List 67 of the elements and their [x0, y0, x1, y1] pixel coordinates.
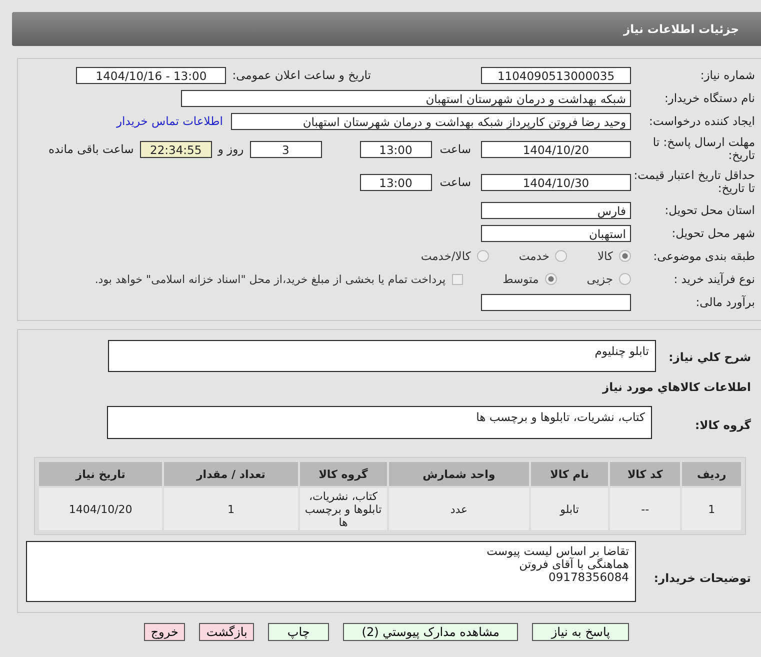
option-label: خدمت — [518, 249, 550, 263]
category-radio[interactable] — [476, 250, 489, 262]
category-radio[interactable] — [619, 250, 631, 262]
treasury-checkbox[interactable] — [452, 274, 463, 284]
time-label: ساعت — [440, 175, 471, 189]
table-cell: 1 — [682, 488, 741, 530]
table-cell: عدد — [388, 488, 530, 530]
field-label: گروه کالا: — [694, 417, 752, 432]
province-field[interactable]: فارس — [481, 202, 631, 218]
option-label: کالا/خدمت — [420, 249, 471, 263]
action-button[interactable]: پاسخ به نیاز — [532, 623, 629, 641]
action-button[interactable]: خروج — [144, 623, 186, 641]
process-radio[interactable] — [619, 273, 631, 285]
column-header: ردیف — [682, 462, 741, 486]
action-button[interactable]: مشاهده مدارک پیوستي (2) — [342, 623, 518, 641]
field-label: حداقل تاریخ اعتبار قیمت: تا تاریخ: — [632, 169, 756, 195]
field-label: ایجاد کننده درخواست: — [648, 114, 756, 128]
remaining-label: ساعت باقی مانده — [48, 142, 134, 156]
days-field[interactable]: 3 — [250, 140, 322, 158]
goods-group-field[interactable]: کتاب، نشریات، تابلوها و برچسب ها — [107, 406, 652, 439]
creator-field[interactable]: وحید رضا فروتن کارپرداز شبکه بهداشت و درمان شهرستان استهبان — [231, 112, 631, 130]
description-field[interactable]: تابلو چنلیوم — [108, 340, 656, 372]
field-label: مهلت ارسال پاسخ: تا تاریخ: — [652, 136, 756, 162]
need-number-field[interactable]: 1104090513000035 — [481, 66, 631, 84]
page-title: جزئیات اطلاعات نیاز — [623, 22, 739, 36]
column-header: گروه کالا — [300, 462, 387, 486]
days-label: روز و — [218, 142, 244, 156]
field-label: شرح کلي نياز: — [668, 349, 752, 364]
column-header: کد کالا — [610, 462, 680, 486]
estimate-field[interactable] — [481, 294, 631, 310]
table-cell: -- — [610, 488, 680, 530]
column-header: واحد شمارش — [388, 462, 530, 486]
table-cell: تابلو — [531, 488, 608, 530]
table-cell: 1 — [164, 488, 298, 530]
deadline-date-field[interactable]: 1404/10/20 — [481, 140, 631, 158]
column-header: تعداد / مقدار — [164, 462, 298, 486]
buyer-field[interactable]: شبکه بهداشت و درمان شهرستان استهبان — [181, 90, 631, 106]
validity-date-field[interactable]: 1404/10/30 — [481, 174, 631, 190]
option-label: جزیی — [586, 272, 613, 286]
category-radio[interactable] — [555, 250, 568, 262]
action-button[interactable]: بازگشت — [199, 623, 254, 641]
process-radio[interactable] — [544, 273, 557, 285]
time-label: ساعت — [440, 142, 471, 156]
field-label: شماره نیاز: — [699, 68, 756, 82]
field-label: شهر محل تحویل: — [670, 226, 756, 240]
field-label: تاریخ و ساعت اعلان عمومی: — [232, 68, 371, 82]
field-label: طبقه بندی موضوعی: — [652, 250, 756, 262]
contact-link[interactable]: اطلاعات تماس خریدار — [116, 114, 223, 128]
checkbox-label: پرداخت تمام یا بخشی از مبلغ خرید،از محل "اسناد خزانه اسلامی" خواهد بود. — [94, 272, 446, 286]
time-field[interactable]: 13:00 — [360, 174, 432, 190]
field-label: نوع فرآیند خرید : — [672, 272, 756, 286]
column-header: تاریخ نیاز — [39, 462, 162, 486]
time-field[interactable]: 13:00 — [360, 140, 432, 158]
section-heading: اطلاعات کالاهاي مورد نياز — [601, 379, 752, 396]
field-label: استان محل تحویل: — [664, 204, 756, 216]
remaining-time-field: 22:34:55 — [140, 140, 212, 158]
option-label: کالا — [597, 249, 613, 263]
field-label: توضیحات خریدار: — [652, 570, 752, 585]
announce-date-field[interactable]: 1404/10/16 - 13:00 — [76, 66, 226, 84]
option-label: متوسط — [502, 272, 539, 286]
field-label: برآورد مالی: — [694, 296, 756, 308]
field-label: نام دستگاه خریدار: — [663, 92, 756, 104]
column-header: نام کالا — [531, 462, 608, 486]
action-button[interactable]: چاپ — [268, 623, 329, 641]
table-cell: کتاب، نشریات، تابلوها و برچسب ها — [300, 488, 387, 530]
table-cell: 1404/10/20 — [39, 488, 162, 530]
city-field[interactable]: استهبان — [481, 224, 631, 242]
